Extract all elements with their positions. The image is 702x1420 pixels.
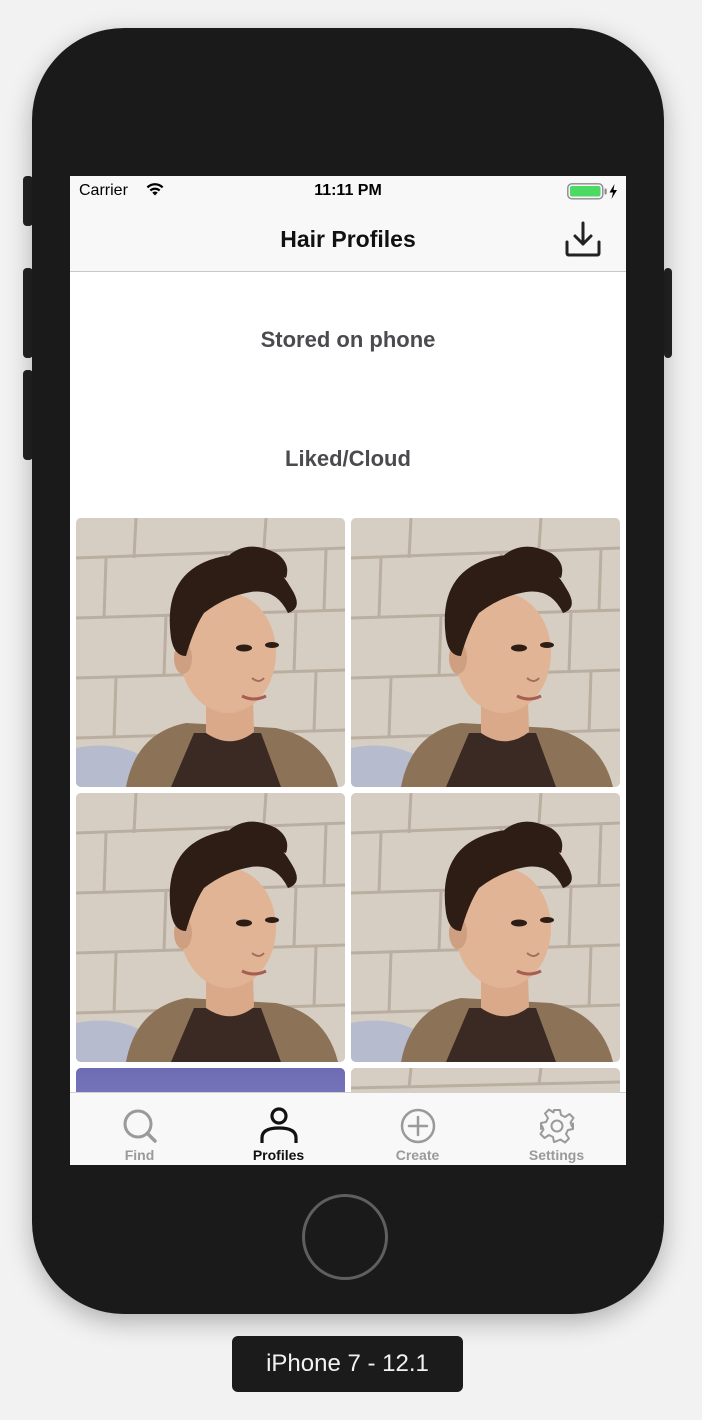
page-title: Hair Profiles — [280, 226, 416, 252]
person-icon — [259, 1107, 298, 1143]
tab-find[interactable]: Find — [70, 1093, 209, 1165]
plus-circle-icon — [400, 1108, 435, 1144]
section-stored-on-phone[interactable]: Stored on phone — [70, 327, 626, 353]
gear-icon — [539, 1108, 574, 1144]
download-button[interactable] — [562, 218, 604, 260]
profile-photo[interactable] — [76, 793, 345, 1062]
tab-bar: Find Profiles Create Settings — [70, 1092, 626, 1165]
download-icon — [565, 221, 601, 257]
app-screen: Carrier 11:11 PM Hair Profiles Stored on… — [70, 176, 626, 1165]
status-bar: Carrier 11:11 PM — [70, 176, 626, 206]
profile-photo-image — [351, 793, 620, 1062]
profile-photo[interactable] — [76, 518, 345, 787]
status-time: 11:11 PM — [314, 182, 382, 199]
home-button[interactable] — [302, 1194, 388, 1280]
tab-label: Settings — [528, 1147, 585, 1163]
profile-photo-image — [76, 793, 345, 1062]
search-icon — [123, 1109, 157, 1143]
profile-photo[interactable] — [351, 793, 620, 1062]
tab-label: Find — [124, 1147, 155, 1163]
profile-photo-image — [351, 518, 620, 787]
device-label: iPhone 7 - 12.1 — [232, 1336, 463, 1392]
battery-charging-icon — [567, 183, 619, 205]
power-button — [664, 268, 672, 358]
profile-photo[interactable] — [351, 518, 620, 787]
tab-settings[interactable]: Settings — [487, 1093, 626, 1165]
tab-create[interactable]: Create — [348, 1093, 487, 1165]
tab-profiles[interactable]: Profiles — [209, 1093, 348, 1165]
tab-label: Create — [395, 1147, 440, 1163]
tab-label: Profiles — [252, 1147, 305, 1163]
section-liked-cloud[interactable]: Liked/Cloud — [70, 446, 626, 472]
navigation-bar: Hair Profiles — [70, 206, 626, 272]
simulator-stage: Carrier 11:11 PM Hair Profiles Stored on… — [0, 0, 702, 1420]
profile-photo-image — [76, 518, 345, 787]
